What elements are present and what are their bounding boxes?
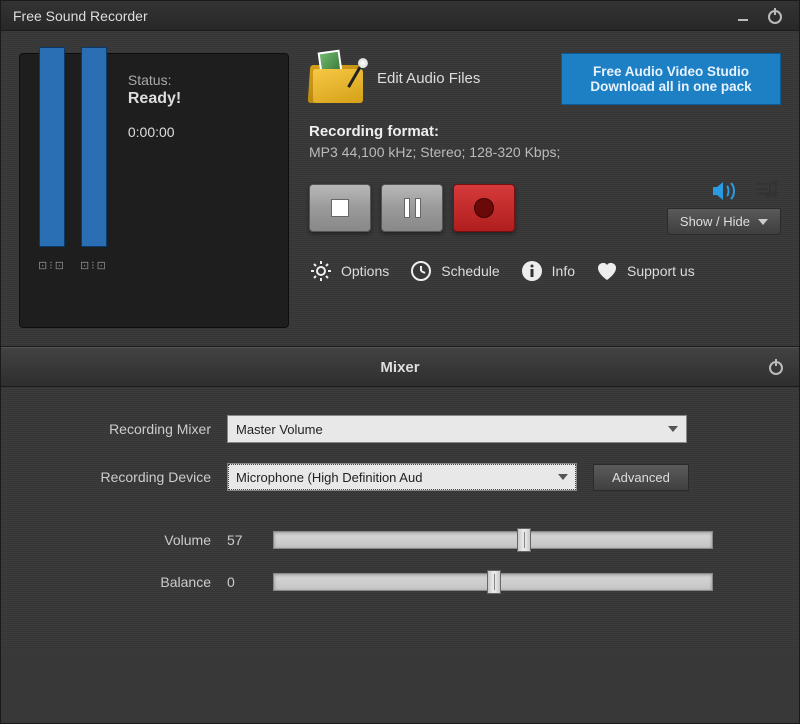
chevron-down-icon — [758, 219, 768, 225]
options-label: Options — [341, 263, 389, 279]
recording-mixer-select[interactable]: Master Volume — [227, 415, 687, 443]
recording-format-label: Recording format: — [309, 123, 781, 140]
recording-device-value: Microphone (High Definition Aud — [236, 470, 422, 485]
music-list-icon[interactable] — [757, 180, 781, 202]
recording-device-label: Recording Device — [41, 469, 211, 485]
recording-mixer-value: Master Volume — [236, 422, 323, 437]
volume-value: 57 — [227, 532, 257, 548]
status-value: Ready! — [128, 90, 181, 108]
titlebar: Free Sound Recorder — [1, 1, 799, 31]
advanced-button[interactable]: Advanced — [593, 464, 689, 491]
promo-banner[interactable]: Free Audio Video Studio Download all in … — [561, 53, 781, 105]
recording-format: Recording format: MP3 44,100 kHz; Stereo… — [309, 123, 781, 160]
balance-thumb[interactable] — [487, 570, 501, 594]
show-hide-label: Show / Hide — [680, 214, 750, 229]
edit-audio-label: Edit Audio Files — [377, 70, 480, 87]
speaker-icon[interactable] — [711, 180, 739, 202]
mixer-power-button[interactable] — [767, 358, 785, 376]
mixer-header: Mixer — [1, 347, 799, 387]
chevron-down-icon — [668, 426, 678, 432]
balance-slider[interactable] — [273, 573, 713, 591]
vu-bar-left — [39, 47, 65, 247]
folder-wand-icon — [309, 53, 365, 103]
volume-slider[interactable] — [273, 531, 713, 549]
main-window: Free Sound Recorder ⊡⁝⊡ ⊡⁝⊡ — [0, 0, 800, 724]
pause-icon — [404, 198, 421, 218]
promo-line2: Download all in one pack — [590, 79, 751, 94]
stop-button[interactable] — [309, 184, 371, 232]
minimize-button[interactable] — [731, 4, 755, 28]
gear-icon — [309, 259, 333, 283]
recording-device-select[interactable]: Microphone (High Definition Aud — [227, 463, 577, 491]
heart-icon — [595, 259, 619, 283]
bottom-links: Options Schedule Info — [309, 259, 781, 283]
options-button[interactable]: Options — [309, 259, 389, 283]
vu-bar-right — [81, 47, 107, 247]
vu-scale-right: ⊡⁝⊡ — [80, 259, 108, 272]
status-block: Status: Ready! 0:00:00 — [128, 72, 181, 309]
recording-format-desc: MP3 44,100 kHz; Stereo; 128-320 Kbps; — [309, 144, 781, 160]
mixer-panel: Recording Mixer Master Volume Recording … — [1, 387, 799, 655]
pause-button[interactable] — [381, 184, 443, 232]
info-icon — [520, 259, 544, 283]
volume-label: Volume — [41, 532, 211, 548]
volume-thumb[interactable] — [517, 528, 531, 552]
support-button[interactable]: Support us — [595, 259, 695, 283]
schedule-label: Schedule — [441, 263, 499, 279]
status-label: Status: — [128, 72, 181, 88]
recording-mixer-label: Recording Mixer — [41, 421, 211, 437]
stop-icon — [331, 199, 349, 217]
record-button[interactable] — [453, 184, 515, 232]
promo-line1: Free Audio Video Studio — [593, 64, 749, 79]
record-icon — [474, 198, 494, 218]
mixer-title: Mixer — [380, 359, 419, 376]
edit-audio-files-button[interactable]: Edit Audio Files — [309, 53, 480, 103]
schedule-button[interactable]: Schedule — [409, 259, 499, 283]
balance-label: Balance — [41, 574, 211, 590]
vu-meter-card: ⊡⁝⊡ ⊡⁝⊡ Status: Ready! 0:00:00 — [19, 53, 289, 328]
info-label: Info — [552, 263, 575, 279]
chevron-down-icon — [558, 474, 568, 480]
advanced-label: Advanced — [612, 470, 670, 485]
app-title: Free Sound Recorder — [13, 8, 723, 24]
show-hide-button[interactable]: Show / Hide — [667, 208, 781, 235]
info-button[interactable]: Info — [520, 259, 575, 283]
support-label: Support us — [627, 263, 695, 279]
top-panel: ⊡⁝⊡ ⊡⁝⊡ Status: Ready! 0:00:00 — [1, 31, 799, 347]
vu-scale-left: ⊡⁝⊡ — [38, 259, 66, 272]
vu-meters: ⊡⁝⊡ ⊡⁝⊡ — [38, 72, 108, 272]
status-time: 0:00:00 — [128, 124, 181, 140]
balance-value: 0 — [227, 574, 257, 590]
power-button[interactable] — [763, 4, 787, 28]
clock-icon — [409, 259, 433, 283]
right-panel: Edit Audio Files Free Audio Video Studio… — [309, 53, 781, 328]
